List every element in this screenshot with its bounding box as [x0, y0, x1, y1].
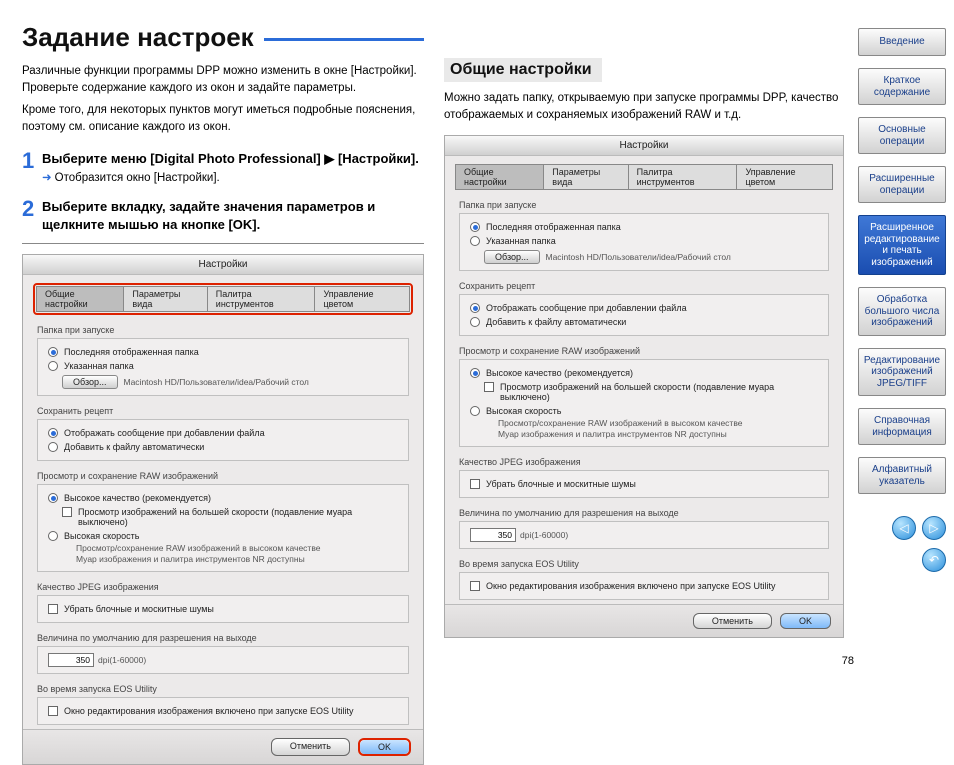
section-intro: Можно задать папку, открываемую при запу…	[444, 90, 844, 123]
page-number: 78	[842, 655, 854, 667]
group-startup-label-r: Папка при запуске	[459, 200, 829, 210]
step1-sub: ➜Отобразится окно [Настройки].	[42, 170, 424, 184]
nav-intro[interactable]: Введение	[858, 28, 946, 56]
tab-general[interactable]: Общие настройки	[36, 286, 124, 312]
dpi-unit: dpi(1-60000)	[98, 655, 146, 665]
check-eos-edit-r[interactable]: Окно редактирования изображения включено…	[470, 579, 818, 593]
tab-palette-r[interactable]: Палитра инструментов	[629, 164, 738, 190]
check-fast-preview-r[interactable]: Просмотр изображений на большей скорости…	[484, 380, 818, 404]
intro-text-2: Кроме того, для некоторых пунктов могут …	[22, 102, 424, 135]
check-recipe-msg[interactable]: Отображать сообщение при добавлении файл…	[48, 426, 398, 440]
page-title: Задание настроек	[22, 22, 254, 53]
step2-number: 2	[22, 198, 40, 220]
raw-note-1-r: Просмотр/сохранение RAW изображений в вы…	[498, 418, 818, 429]
section-title-general: Общие настройки	[444, 58, 602, 82]
group-recipe-label: Сохранить рецепт	[37, 406, 409, 416]
raw-note-2: Муар изображения и палитра инструментов …	[76, 554, 398, 565]
group-jpeg-label-r: Качество JPEG изображения	[459, 457, 829, 467]
raw-note-1: Просмотр/сохранение RAW изображений в вы…	[76, 543, 398, 554]
check-fast-preview[interactable]: Просмотр изображений на большей скорости…	[62, 505, 398, 529]
cancel-button-r[interactable]: Отменить	[693, 613, 772, 629]
ok-button-highlighted[interactable]: OK	[358, 738, 411, 756]
radio-high-quality[interactable]: Высокое качество (рекомендуется)	[48, 491, 398, 505]
nav-basic-ops[interactable]: Основные операции	[858, 117, 946, 154]
browse-button[interactable]: Обзор...	[62, 375, 118, 389]
check-jpeg-noise-r[interactable]: Убрать блочные и москитные шумы	[470, 477, 818, 491]
folder-path: Macintosh HD/Пользователи/idea/Рабочий с…	[124, 377, 309, 387]
next-page-icon[interactable]: ▷	[922, 516, 946, 540]
dpi-unit-r: dpi(1-60000)	[520, 530, 568, 540]
group-startup-label: Папка при запуске	[37, 325, 409, 335]
group-eos-label-r: Во время запуска EOS Utility	[459, 559, 829, 569]
tab-color-r[interactable]: Управление цветом	[737, 164, 833, 190]
browse-button-r[interactable]: Обзор...	[484, 250, 540, 264]
dialog-right: Настройки Общие настройки Параметры вида…	[444, 135, 844, 638]
prev-page-icon[interactable]: ◁	[892, 516, 916, 540]
nav-adv-edit-print[interactable]: Расширенное редактирование и печать изоб…	[858, 215, 946, 275]
tab-view-r[interactable]: Параметры вида	[544, 164, 628, 190]
dialog-title: Настройки	[23, 255, 423, 275]
nav-reference[interactable]: Справочная информация	[858, 408, 946, 445]
title-rule	[264, 38, 424, 41]
group-raw-label: Просмотр и сохранение RAW изображений	[37, 471, 409, 481]
tab-palette[interactable]: Палитра инструментов	[208, 286, 316, 312]
intro-text-1: Различные функции программы DPP можно из…	[22, 63, 424, 96]
check-recipe-auto-r[interactable]: Добавить к файлу автоматически	[470, 315, 818, 329]
group-recipe-label-r: Сохранить рецепт	[459, 281, 829, 291]
tab-view[interactable]: Параметры вида	[124, 286, 207, 312]
ok-button-r[interactable]: OK	[780, 613, 831, 629]
nav-batch[interactable]: Обработка большого числа изображений	[858, 287, 946, 336]
dialog-title-r: Настройки	[445, 136, 843, 156]
nav-contents[interactable]: Краткое содержание	[858, 68, 946, 105]
check-jpeg-noise[interactable]: Убрать блочные и москитные шумы	[48, 602, 398, 616]
check-recipe-auto[interactable]: Добавить к файлу автоматически	[48, 440, 398, 454]
check-recipe-msg-r[interactable]: Отображать сообщение при добавлении файл…	[470, 301, 818, 315]
group-raw-label-r: Просмотр и сохранение RAW изображений	[459, 346, 829, 356]
step2-title: Выберите вкладку, задайте значения парам…	[42, 198, 424, 233]
nav-adv-ops[interactable]: Расширенные операции	[858, 166, 946, 203]
radio-high-speed[interactable]: Высокая скорость	[48, 529, 398, 543]
step1-title: Выберите меню [Digital Photo Professiona…	[42, 150, 424, 168]
folder-path-r: Macintosh HD/Пользователи/idea/Рабочий с…	[546, 252, 731, 262]
radio-specified-folder-r[interactable]: Указанная папка	[470, 234, 818, 248]
group-eos-label: Во время запуска EOS Utility	[37, 684, 409, 694]
radio-high-speed-r[interactable]: Высокая скорость	[470, 404, 818, 418]
dialog-left: Настройки Общие настройки Параметры вида…	[22, 254, 424, 765]
nav-index[interactable]: Алфавитный указатель	[858, 457, 946, 494]
sidebar: Введение Краткое содержание Основные опе…	[854, 0, 954, 675]
raw-note-2-r: Муар изображения и палитра инструментов …	[498, 429, 818, 440]
radio-last-folder-r[interactable]: Последняя отображенная папка	[470, 220, 818, 234]
step1-number: 1	[22, 150, 40, 172]
tab-color[interactable]: Управление цветом	[315, 286, 410, 312]
group-res-label-r: Величина по умолчанию для разрешения на …	[459, 508, 829, 518]
dpi-input-r[interactable]	[470, 528, 516, 542]
check-eos-edit[interactable]: Окно редактирования изображения включено…	[48, 704, 398, 718]
nav-jpeg-tiff[interactable]: Редактирование изображений JPEG/TIFF	[858, 348, 946, 397]
return-icon[interactable]: ↶	[922, 548, 946, 572]
dpi-input[interactable]	[48, 653, 94, 667]
radio-high-quality-r[interactable]: Высокое качество (рекомендуется)	[470, 366, 818, 380]
cancel-button[interactable]: Отменить	[271, 738, 350, 756]
radio-last-folder[interactable]: Последняя отображенная папка	[48, 345, 398, 359]
tab-general-r[interactable]: Общие настройки	[455, 164, 544, 190]
group-jpeg-label: Качество JPEG изображения	[37, 582, 409, 592]
group-res-label: Величина по умолчанию для разрешения на …	[37, 633, 409, 643]
radio-specified-folder[interactable]: Указанная папка	[48, 359, 398, 373]
